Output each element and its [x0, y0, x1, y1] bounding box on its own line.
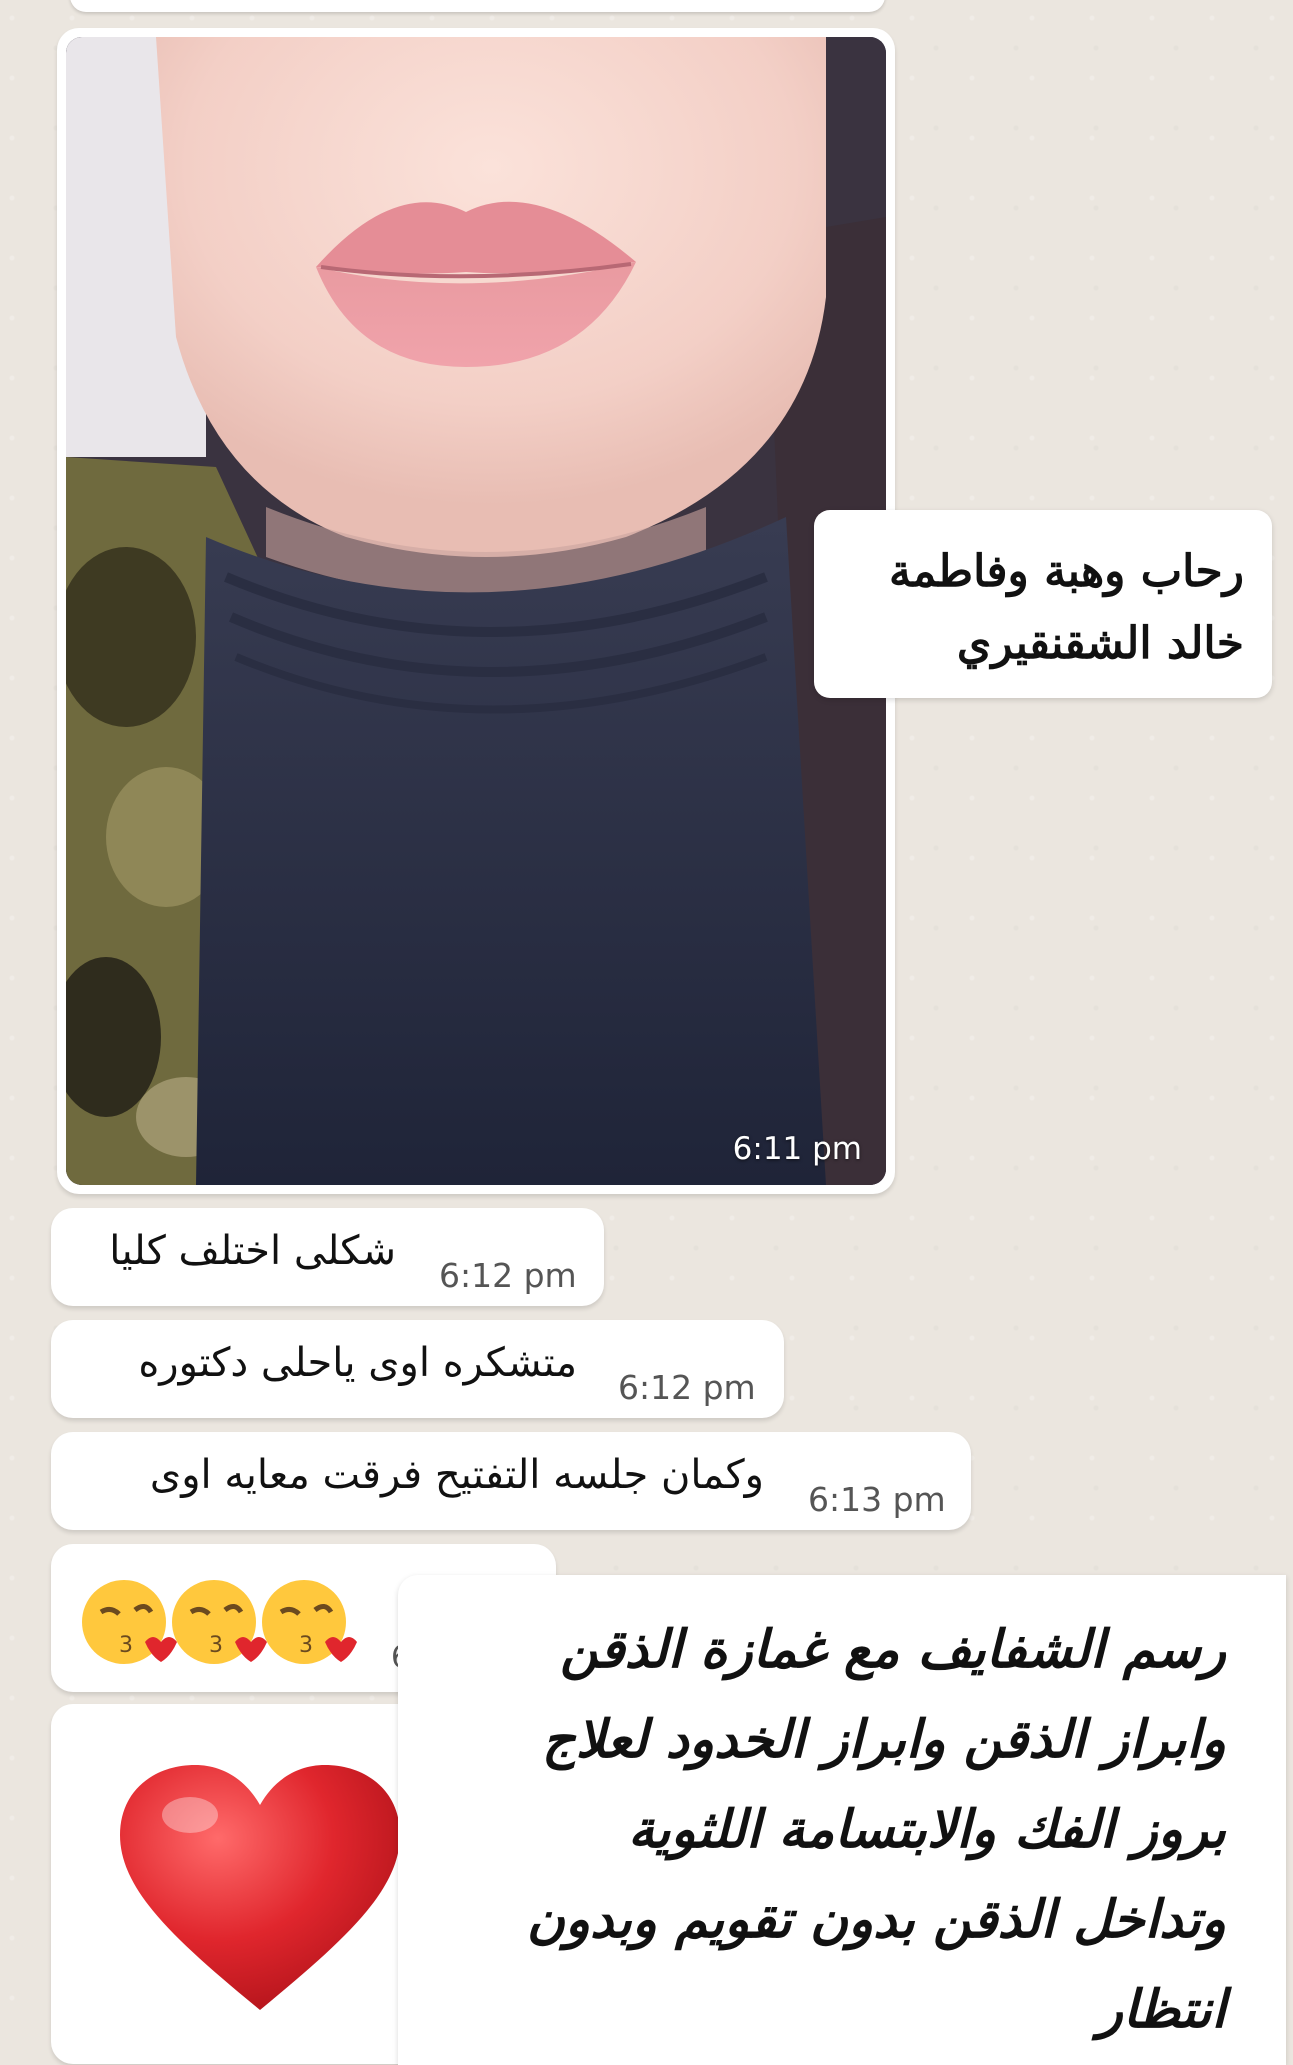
photo-message-bubble[interactable]: 6:11 pm — [57, 28, 895, 1194]
promo-line: انتظار — [1097, 1979, 1226, 2040]
kiss-emoji-icons: 3 3 3 — [82, 1580, 357, 1664]
promo-line: رسم الشفايف مع غمازة الذقن — [560, 1619, 1226, 1680]
kiss-emoji-icon: 3 — [82, 1580, 177, 1664]
message-bubble[interactable]: وكمان جلسه التفتيح فرقت معايه اوى 6:13 p… — [51, 1432, 971, 1530]
photo-attachment[interactable]: 6:11 pm — [66, 37, 886, 1185]
promo-line: وتداخل الذقن بدون تقويم وبدون — [526, 1889, 1226, 1950]
names-line-1: رحاب وهبة وفاطمة — [889, 546, 1244, 597]
photo-timestamp: 6:11 pm — [732, 1131, 862, 1167]
kiss-emoji-icon: 3 — [172, 1580, 267, 1664]
names-line-2: خالد الشقنقيري — [956, 618, 1244, 669]
message-text: وكمان جلسه التفتيح فرقت معايه اوى — [149, 1452, 764, 1498]
message-text: شكلى اختلف كليا — [109, 1228, 396, 1274]
message-timestamp: 6:12 pm — [439, 1256, 577, 1295]
svg-text:3: 3 — [119, 1633, 133, 1658]
names-caption-card: رحاب وهبة وفاطمة خالد الشقنقيري — [814, 510, 1272, 698]
lips-photo-image — [66, 37, 886, 1185]
svg-text:3: 3 — [299, 1633, 313, 1658]
message-timestamp: 6:13 pm — [808, 1480, 946, 1519]
previous-message-bubble — [70, 0, 885, 12]
kiss-emoji-icon: 3 — [262, 1580, 357, 1664]
message-bubble[interactable]: متشكره اوى ياحلى دكتوره 6:12 pm — [51, 1320, 784, 1418]
svg-text:3: 3 — [209, 1633, 223, 1658]
promo-line: بروز الفك والابتسامة اللثوية — [628, 1799, 1226, 1860]
message-bubble[interactable]: شكلى اختلف كليا 6:12 pm — [51, 1208, 604, 1306]
promo-caption-card: رسم الشفايف مع غمازة الذقن وابراز الذقن … — [398, 1575, 1286, 2065]
red-heart-icon — [120, 1765, 400, 2010]
message-timestamp: 6:12 pm — [618, 1368, 756, 1407]
message-text: متشكره اوى ياحلى دكتوره — [138, 1340, 577, 1386]
promo-line: وابراز الذقن وابراز الخدود لعلاج — [542, 1709, 1226, 1770]
